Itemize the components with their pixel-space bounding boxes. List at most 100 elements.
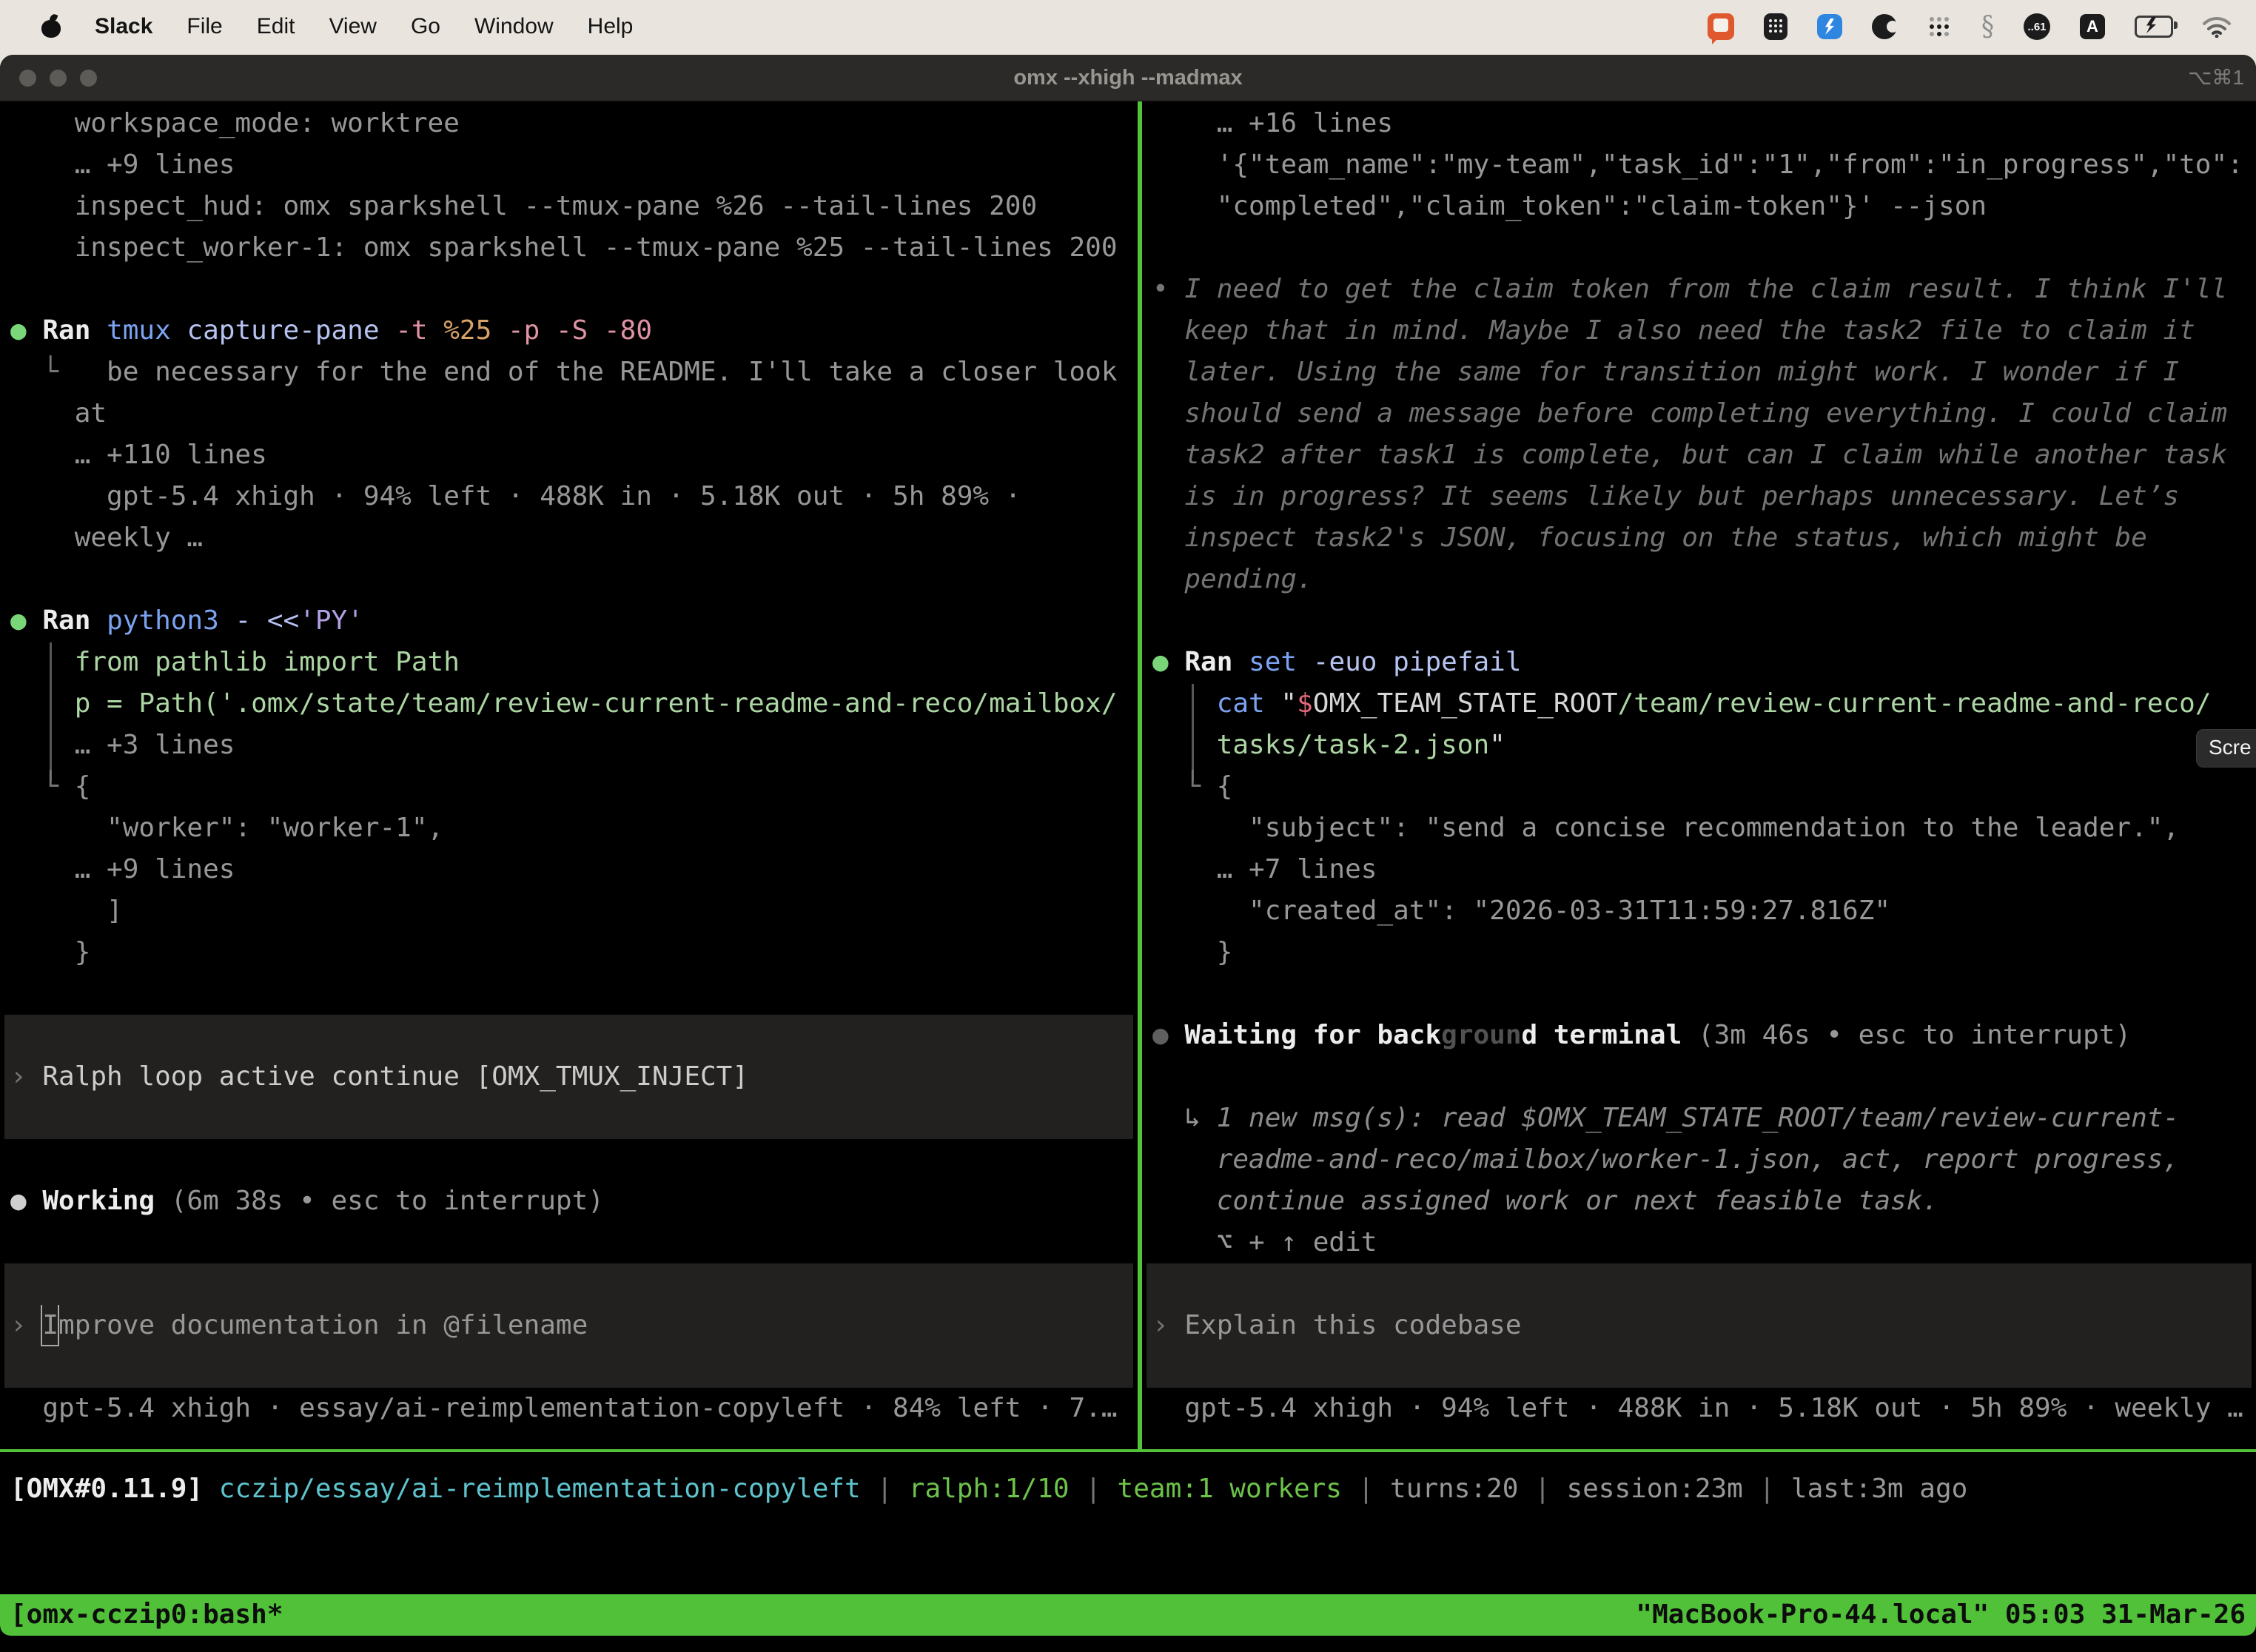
omx-status-line: [OMX#0.11.9] cczip/essay/ai-reimplementa…	[10, 1468, 2246, 1510]
terminal-line	[10, 559, 1138, 600]
terminal-line: ● Working (6m 38s • esc to interrupt)	[10, 1181, 1138, 1222]
terminal-line: … +110 lines	[10, 434, 1138, 476]
terminal-line: gpt-5.4 xhigh · 94% left · 488K in · 5.1…	[1152, 1388, 2256, 1429]
menu-item-edit[interactable]: Edit	[257, 14, 295, 39]
terminal-line: gpt-5.4 xhigh · essay/ai-reimplementatio…	[10, 1388, 1138, 1429]
pane-left[interactable]: workspace_mode: worktree … +9 lines insp…	[0, 101, 1138, 1449]
terminal-line	[1152, 973, 2256, 1015]
terminal-line: weekly …	[10, 517, 1138, 559]
input-source-icon[interactable]: A	[2080, 14, 2105, 39]
terminal-line: › Explain this codebase	[1152, 1305, 2256, 1346]
terminal-line	[1152, 1346, 2256, 1388]
crescent-circle-icon[interactable]	[1872, 14, 1897, 39]
terminal-line: ● Ran tmux capture-pane -t %25 -p -S -80	[10, 310, 1138, 352]
terminal-line: continue assigned work or next feasible …	[1152, 1181, 2256, 1222]
pane-divider-horizontal	[0, 1449, 2256, 1452]
terminal-line: readme-and-reco/mailbox/worker-1.json, a…	[1152, 1139, 2256, 1181]
dots-grid-icon[interactable]	[1927, 14, 1952, 39]
terminal-line	[10, 1263, 1138, 1305]
terminal-line	[1152, 1056, 2256, 1098]
terminal-line: task2 after task1 is complete, but can I…	[1152, 434, 2256, 476]
terminal-line: inspect task2's JSON, focusing on the st…	[1152, 517, 2256, 559]
wifi-icon[interactable]	[2203, 16, 2231, 38]
terminal-line	[10, 269, 1138, 310]
menu-item-window[interactable]: Window	[474, 14, 554, 39]
terminal-line: └ be necessary for the end of the README…	[10, 352, 1138, 393]
squiggle-icon[interactable]: §	[1981, 10, 1994, 43]
terminal-line	[10, 1346, 1138, 1388]
menu-bar-status-icons: § ..61 A	[1708, 12, 2256, 41]
menu-item-go[interactable]: Go	[411, 14, 440, 39]
terminal-line: ↳ 1 new msg(s): read $OMX_TEAM_STATE_ROO…	[1152, 1098, 2256, 1139]
menu-item-file[interactable]: File	[187, 14, 222, 39]
terminal-line: … +9 lines	[10, 144, 1138, 186]
terminal-window: omx --xhigh --madmax ⌥⌘1 workspace_mode:…	[0, 55, 2256, 1636]
text-cursor: I	[42, 1305, 58, 1346]
terminal-line	[10, 1098, 1138, 1139]
terminal-line: › Improve documentation in @filename	[10, 1305, 1138, 1346]
menu-item-help[interactable]: Help	[588, 14, 634, 39]
menu-bar: Slack File Edit View Go Window Help § ..…	[0, 0, 2256, 53]
terminal-line: pending.	[1152, 559, 2256, 600]
terminal-line: [OMX#0.11.9] cczip/essay/ai-reimplementa…	[10, 1468, 2246, 1510]
tmux-status-bar[interactable]: [omx-cczip0:bash* "MacBook-Pro-44.local"…	[0, 1594, 2256, 1636]
terminal-line	[1152, 1263, 2256, 1305]
terminal-line: ● Ran set -euo pipefail	[1152, 642, 2256, 683]
terminal-line: later. Using the same for transition mig…	[1152, 352, 2256, 393]
terminal-line: … +16 lines	[1152, 103, 2256, 144]
tmux-session-name: [omx-cczip0:bash*	[10, 1594, 283, 1636]
window-title: omx --xhigh --madmax	[0, 55, 2256, 101]
terminal-line: cat "$OMX_TEAM_STATE_ROOT/team/review-cu…	[1152, 683, 2256, 725]
terminal-line: "completed","claim_token":"claim-token"}…	[1152, 186, 2256, 227]
terminal-line	[1152, 600, 2256, 642]
terminal-line	[10, 973, 1138, 1015]
terminal-line	[1152, 227, 2256, 269]
left-pane-output: workspace_mode: worktree … +9 lines insp…	[0, 101, 1138, 1429]
terminal-line: ● Waiting for background terminal (3m 46…	[1152, 1015, 2256, 1056]
terminal-line: └ {	[10, 766, 1138, 807]
terminal-line: from pathlib import Path	[10, 642, 1138, 683]
right-pane-output: … +16 lines '{"team_name":"my-team","tas…	[1142, 101, 2256, 1429]
menu-item-view[interactable]: View	[329, 14, 376, 39]
pane-right[interactable]: … +16 lines '{"team_name":"my-team","tas…	[1142, 101, 2256, 1449]
terminal-line: }	[1152, 932, 2256, 973]
terminal-line: … +3 lines	[10, 725, 1138, 766]
terminal-line: p = Path('.omx/state/team/review-current…	[10, 683, 1138, 725]
blue-bolt-icon[interactable]	[1817, 14, 1842, 39]
window-title-bar[interactable]: omx --xhigh --madmax ⌥⌘1	[0, 55, 2256, 101]
terminal-line: gpt-5.4 xhigh · 94% left · 488K in · 5.1…	[10, 476, 1138, 517]
menu-bar-left: Slack File Edit View Go Window Help	[0, 14, 633, 39]
window-shortcut-hint: ⌥⌘1	[2188, 55, 2244, 101]
terminal-line: inspect_worker-1: omx sparkshell --tmux-…	[10, 227, 1138, 269]
terminal-line: └ {	[1152, 766, 2256, 807]
keypad-icon[interactable]	[1764, 13, 1787, 40]
terminal-line: ]	[10, 890, 1138, 932]
terminal-line: '{"team_name":"my-team","task_id":"1","f…	[1152, 144, 2256, 186]
terminal-line: tasks/task-2.json"	[1152, 725, 2256, 766]
chat-app-icon[interactable]	[1708, 13, 1734, 40]
tmux-host-clock: "MacBook-Pro-44.local" 05:03 31-Mar-26	[1636, 1594, 2246, 1636]
terminal-line: workspace_mode: worktree	[10, 103, 1138, 144]
terminal-line	[10, 1222, 1138, 1263]
terminal-line: ⌥ + ↑ edit	[1152, 1222, 2256, 1263]
terminal-line: "created_at": "2026-03-31T11:59:27.816Z"	[1152, 890, 2256, 932]
terminal-line: }	[10, 932, 1138, 973]
terminal-line: "subject": "send a concise recommendatio…	[1152, 807, 2256, 849]
terminal-line: ● Ran python3 - <<'PY'	[10, 600, 1138, 642]
apple-menu-icon[interactable]	[41, 16, 61, 38]
terminal-line: should send a message before completing …	[1152, 393, 2256, 434]
menu-app-name[interactable]: Slack	[95, 14, 152, 39]
terminal-line	[10, 1015, 1138, 1056]
terminal-line: › Ralph loop active continue [OMX_TMUX_I…	[10, 1056, 1138, 1098]
notification-count-badge[interactable]: ..61	[2024, 13, 2050, 40]
screen-tooltip: Scre	[2196, 729, 2256, 768]
terminal-line: inspect_hud: omx sparkshell --tmux-pane …	[10, 186, 1138, 227]
terminal-line: keep that in mind. Maybe I also need the…	[1152, 310, 2256, 352]
terminal-line: "worker": "worker-1",	[10, 807, 1138, 849]
terminal-line: • I need to get the claim token from the…	[1152, 269, 2256, 310]
battery-charging-icon[interactable]	[2135, 16, 2173, 38]
terminal-line: is in progress? It seems likely but perh…	[1152, 476, 2256, 517]
terminal-line	[10, 1139, 1138, 1181]
terminal-line: … +7 lines	[1152, 849, 2256, 890]
terminal-line: … +9 lines	[10, 849, 1138, 890]
